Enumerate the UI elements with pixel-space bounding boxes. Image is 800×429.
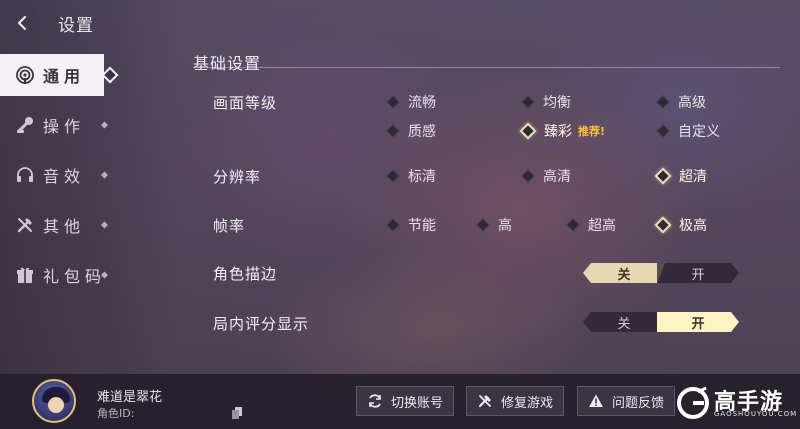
radio-diamond-selected-icon	[519, 122, 537, 140]
radio-diamond-icon	[655, 123, 671, 139]
score-display-toggle[interactable]: 关 开	[583, 312, 739, 332]
top-bar: 设置	[0, 0, 300, 46]
quality-option-balanced[interactable]: 均衡	[520, 92, 571, 112]
section-divider	[193, 67, 780, 68]
option-label: 高级	[678, 95, 706, 111]
repair-game-label: 修复游戏	[501, 395, 554, 411]
copy-icon[interactable]	[232, 404, 242, 419]
sidebar-marker	[100, 171, 109, 179]
option-label: 极高	[679, 218, 707, 234]
recommend-tag: 推荐!	[578, 125, 606, 138]
framerate-option-extreme[interactable]: 极高	[654, 215, 707, 235]
option-label: 臻彩	[544, 124, 572, 140]
quality-option-custom[interactable]: 自定义	[655, 121, 720, 141]
repair-game-button[interactable]: 修复游戏	[466, 386, 565, 416]
option-label: 质感	[408, 124, 436, 140]
avatar-face	[48, 397, 64, 413]
sidebar-item-label: 音效	[43, 167, 86, 186]
radio-diamond-icon	[565, 217, 581, 233]
radio-diamond-icon	[655, 94, 671, 110]
feedback-label: 问题反馈	[612, 395, 665, 411]
headphones-icon	[14, 164, 36, 186]
avatar[interactable]	[32, 379, 76, 423]
feedback-button[interactable]: 问题反馈	[577, 386, 676, 416]
resolution-option-sd[interactable]: 标清	[385, 166, 436, 186]
score-display-off-option[interactable]: 关	[583, 312, 665, 332]
logo-mark-icon	[677, 386, 709, 419]
option-label: 高清	[543, 169, 571, 185]
quality-option-smooth[interactable]: 流畅	[385, 92, 436, 112]
radio-diamond-icon	[385, 123, 401, 139]
radio-diamond-icon	[520, 168, 536, 184]
gift-icon	[14, 264, 36, 286]
quality-option-ultra[interactable]: 臻彩 推荐!	[519, 121, 606, 141]
sidebar-marker	[100, 221, 109, 229]
framerate-option-eco[interactable]: 节能	[385, 215, 436, 235]
player-id-label: 角色ID:	[97, 407, 135, 420]
score-display-on-option[interactable]: 开	[657, 312, 739, 332]
sidebar-item-label: 通用	[43, 67, 86, 86]
page-title: 设置	[58, 15, 94, 36]
radio-diamond-icon	[385, 168, 401, 184]
tools-icon	[477, 393, 493, 409]
sidebar: 通用 操作 音效 其他 礼包码	[0, 54, 116, 304]
radio-diamond-icon	[385, 217, 401, 233]
outline-on-option[interactable]: 开	[657, 263, 739, 283]
sidebar-item-sound[interactable]: 音效	[0, 154, 110, 196]
warning-icon	[588, 393, 604, 409]
framerate-option-ultra[interactable]: 超高	[565, 215, 616, 235]
player-name: 难道是翠花	[97, 390, 163, 405]
quality-option-texture[interactable]: 质感	[385, 121, 436, 141]
back-button[interactable]	[0, 0, 46, 46]
back-arrow-icon	[17, 15, 27, 31]
resolution-label: 分辨率	[213, 168, 262, 186]
option-label: 均衡	[543, 95, 571, 111]
joystick-icon	[14, 114, 36, 136]
score-display-label: 局内评分显示	[213, 315, 310, 333]
sidebar-item-controls[interactable]: 操作	[0, 104, 110, 146]
option-label: 超高	[588, 218, 616, 234]
radio-diamond-icon	[385, 94, 401, 110]
sidebar-item-label: 其他	[43, 217, 86, 236]
option-label: 标清	[408, 169, 436, 185]
broadcast-icon	[14, 64, 36, 86]
radio-diamond-selected-icon	[654, 216, 672, 234]
refresh-icon	[367, 393, 383, 409]
watermark-logo: 高手游 GAOSHOUYOU.COM	[676, 380, 800, 424]
sidebar-item-other[interactable]: 其他	[0, 204, 110, 246]
option-label: 自定义	[678, 124, 720, 140]
option-label: 超清	[679, 169, 707, 185]
radio-diamond-icon	[520, 94, 536, 110]
option-label: 流畅	[408, 95, 436, 111]
radio-diamond-icon	[475, 217, 491, 233]
section-title: 基础设置	[193, 54, 262, 73]
sidebar-marker	[100, 121, 109, 129]
resolution-option-hd[interactable]: 高清	[520, 166, 571, 186]
outline-label: 角色描边	[213, 265, 278, 283]
logo-subtext: GAOSHOUYOU.COM	[714, 410, 798, 418]
sidebar-item-general[interactable]: 通用	[0, 54, 116, 96]
tools-icon	[14, 214, 36, 236]
outline-toggle[interactable]: 关 开	[583, 263, 739, 283]
option-label: 高	[498, 218, 512, 234]
framerate-option-high[interactable]: 高	[475, 215, 512, 235]
switch-account-label: 切换账号	[391, 395, 444, 411]
switch-account-button[interactable]: 切换账号	[356, 386, 455, 416]
sidebar-item-label: 操作	[43, 117, 86, 136]
sidebar-item-gift-code[interactable]: 礼包码	[0, 254, 110, 296]
framerate-label: 帧率	[213, 217, 246, 235]
quality-option-high[interactable]: 高级	[655, 92, 706, 112]
radio-diamond-selected-icon	[654, 167, 672, 185]
outline-off-option[interactable]: 关	[583, 263, 665, 283]
resolution-option-uhd[interactable]: 超清	[654, 166, 707, 186]
quality-label: 画面等级	[213, 94, 278, 112]
option-label: 节能	[408, 218, 436, 234]
sidebar-item-label: 礼包码	[43, 267, 107, 286]
